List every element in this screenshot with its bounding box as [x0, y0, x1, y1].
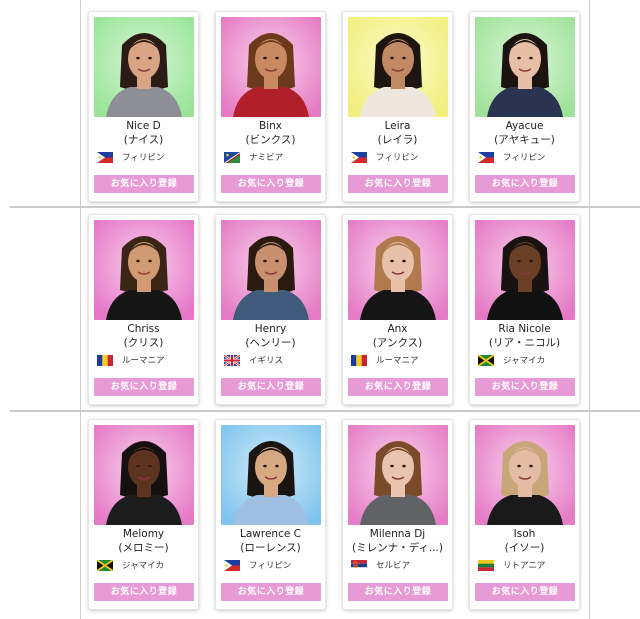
profile-name[interactable]: Henry	[216, 323, 325, 336]
profile-country: ナミビア	[249, 153, 284, 163]
profile-country: フィリピン	[376, 153, 419, 163]
add-favorite-button[interactable]: お気に入り登録	[221, 175, 321, 193]
profile-name[interactable]: Anx	[343, 323, 452, 336]
philippines-flag-icon	[97, 152, 113, 163]
row-divider	[10, 206, 640, 208]
profile-country: リトアニア	[503, 561, 546, 571]
profile-card[interactable]: Ayacue (アヤキュー) フィリピンお気に入り登録	[470, 12, 579, 201]
profile-name[interactable]: Milenna Dj	[343, 528, 452, 541]
profile-name-kana: (ビンクス)	[245, 134, 296, 146]
profile-name[interactable]: Ria Nicole	[470, 323, 579, 336]
profile-photo[interactable]	[348, 220, 448, 320]
profile-photo[interactable]	[94, 220, 194, 320]
profile-name-kana: (メロミー)	[118, 542, 169, 554]
profile-photo[interactable]	[94, 425, 194, 525]
profile-name-kana: (アンクス)	[372, 337, 423, 349]
profile-name-kana: (アヤキュー)	[494, 134, 555, 146]
profile-card[interactable]: Nice D (ナイス) フィリピンお気に入り登録	[89, 12, 198, 201]
jamaica-flag-icon	[478, 355, 494, 366]
profile-card[interactable]: Chriss (クリス) ルーマニアお気に入り登録	[89, 215, 198, 404]
lithuania-flag-icon	[478, 560, 494, 571]
profile-photo[interactable]	[221, 17, 321, 117]
grid-line-right	[589, 0, 590, 619]
profile-name[interactable]: Lawrence C	[216, 528, 325, 541]
profile-card[interactable]: Ria Nicole (リア・ニコル) ジャマイカお気に入り登録	[470, 215, 579, 404]
uk-flag-icon	[224, 355, 240, 366]
add-favorite-button[interactable]: お気に入り登録	[475, 583, 575, 601]
profile-card[interactable]: Binx (ビンクス) ナミビアお気に入り登録	[216, 12, 325, 201]
romania-flag-icon	[97, 355, 113, 366]
profile-country: フィリピン	[503, 153, 546, 163]
profile-country: ジャマイカ	[122, 561, 165, 571]
profile-name-kana: (リア・ニコル)	[488, 337, 561, 349]
row-divider	[10, 410, 640, 412]
profile-name-kana: (ミレンナ・ディ...)	[352, 542, 443, 554]
profile-name-kana: (ヘンリー)	[245, 337, 296, 349]
add-favorite-button[interactable]: お気に入り登録	[94, 378, 194, 396]
add-favorite-button[interactable]: お気に入り登録	[348, 175, 448, 193]
add-favorite-button[interactable]: お気に入り登録	[94, 583, 194, 601]
profile-photo[interactable]	[94, 17, 194, 117]
profile-photo[interactable]	[475, 220, 575, 320]
profile-name[interactable]: Ayacue	[470, 120, 579, 133]
profile-photo[interactable]	[221, 425, 321, 525]
add-favorite-button[interactable]: お気に入り登録	[94, 175, 194, 193]
profile-country: ルーマニア	[122, 356, 165, 366]
add-favorite-button[interactable]: お気に入り登録	[221, 583, 321, 601]
profile-name[interactable]: Binx	[216, 120, 325, 133]
add-favorite-button[interactable]: お気に入り登録	[475, 175, 575, 193]
philippines-flag-icon	[351, 152, 367, 163]
add-favorite-button[interactable]: お気に入り登録	[348, 583, 448, 601]
romania-flag-icon	[351, 355, 367, 366]
profile-country: フィリピン	[249, 561, 292, 571]
profile-name-kana: (ナイス)	[123, 134, 164, 146]
profile-card[interactable]: Henry (ヘンリー) イギリスお気に入り登録	[216, 215, 325, 404]
grid-line-left	[80, 0, 81, 619]
profile-name[interactable]: Isoh	[470, 528, 579, 541]
philippines-flag-icon	[224, 560, 240, 571]
profile-name[interactable]: Nice D	[89, 120, 198, 133]
profile-photo[interactable]	[221, 220, 321, 320]
profile-card[interactable]: Isoh (イソー) リトアニアお気に入り登録	[470, 420, 579, 609]
profile-country: イギリス	[249, 356, 284, 366]
profile-photo[interactable]	[348, 17, 448, 117]
serbia-flag-icon	[351, 560, 367, 571]
profile-name[interactable]: Melomy	[89, 528, 198, 541]
add-favorite-button[interactable]: お気に入り登録	[475, 378, 575, 396]
profile-photo[interactable]	[475, 17, 575, 117]
profile-country: フィリピン	[122, 153, 165, 163]
profile-card[interactable]: Anx (アンクス) ルーマニアお気に入り登録	[343, 215, 452, 404]
profile-country: セルビア	[376, 561, 411, 571]
profile-name-kana: (イソー)	[504, 542, 545, 554]
profile-name[interactable]: Chriss	[89, 323, 198, 336]
profile-country: ルーマニア	[376, 356, 419, 366]
profile-country: ジャマイカ	[503, 356, 546, 366]
profile-card[interactable]: Leira (レイラ) フィリピンお気に入り登録	[343, 12, 452, 201]
profile-card[interactable]: Lawrence C (ローレンス) フィリピンお気に入り登録	[216, 420, 325, 609]
profile-name[interactable]: Leira	[343, 120, 452, 133]
profile-photo[interactable]	[348, 425, 448, 525]
profile-name-kana: (レイラ)	[377, 134, 418, 146]
profile-name-kana: (ローレンス)	[240, 542, 301, 554]
add-favorite-button[interactable]: お気に入り登録	[348, 378, 448, 396]
profile-card[interactable]: Melomy (メロミー) ジャマイカお気に入り登録	[89, 420, 198, 609]
add-favorite-button[interactable]: お気に入り登録	[221, 378, 321, 396]
profile-name-kana: (クリス)	[123, 337, 164, 349]
profile-card[interactable]: Milenna Dj (ミレンナ・ディ...) セルビアお気に入り登録	[343, 420, 452, 609]
namibia-flag-icon	[224, 152, 240, 163]
profile-photo[interactable]	[475, 425, 575, 525]
jamaica-flag-icon	[97, 560, 113, 571]
philippines-flag-icon	[478, 152, 494, 163]
